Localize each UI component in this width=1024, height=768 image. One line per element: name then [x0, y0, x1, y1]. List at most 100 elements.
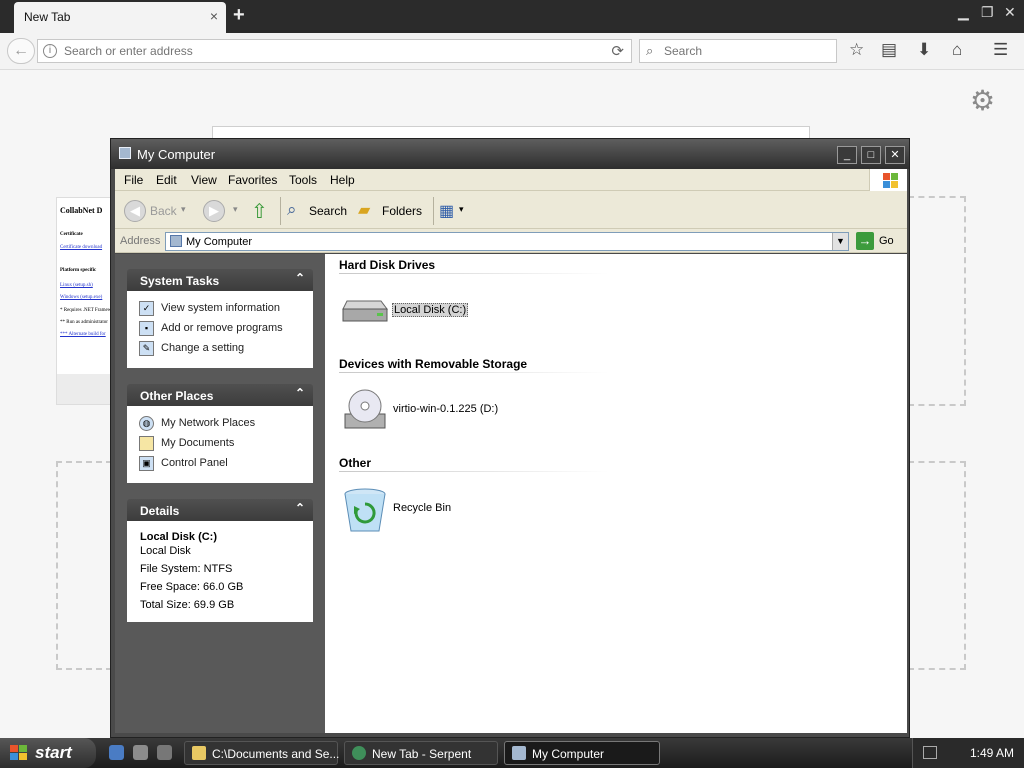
system-tasks-body: ✓ View system information ▪ Add or remov… — [127, 291, 313, 368]
views-dropdown-icon[interactable]: ▾ — [459, 204, 464, 215]
system-tasks-panel: System Tasks ⌃ ✓ View system information… — [127, 269, 313, 368]
place-label[interactable]: My Network Places — [161, 417, 255, 429]
task-label[interactable]: View system information — [161, 302, 280, 314]
window-close-button[interactable]: ✕ — [885, 146, 905, 164]
go-label[interactable]: Go — [879, 235, 894, 247]
details-header[interactable]: Details ⌃ — [127, 499, 313, 521]
toolbar-separator — [280, 197, 281, 225]
window-minimize-button[interactable]: _ — [837, 146, 857, 164]
thumbnail-link: Certificate download — [60, 245, 103, 250]
drive-label[interactable]: virtio-win-0.1.225 (D:) — [393, 403, 498, 415]
detail-free-space: Free Space: 66.0 GB — [140, 581, 244, 593]
internet-explorer-icon[interactable] — [109, 745, 124, 760]
place-label[interactable]: Control Panel — [161, 457, 228, 469]
close-window-icon[interactable]: ✕ — [1004, 4, 1016, 21]
new-tab-button[interactable]: + — [233, 4, 245, 27]
tab-close-icon[interactable]: × — [210, 8, 218, 24]
thumbnail-title: CollabNet D — [60, 206, 103, 215]
minimize-icon[interactable]: ▁ — [958, 4, 969, 21]
collapse-chevron-icon[interactable]: ⌃ — [295, 501, 305, 515]
search-icon: ⌕ — [646, 43, 654, 58]
details-panel: Details ⌃ Local Disk (C:) Local Disk Fil… — [127, 499, 313, 622]
back-label[interactable]: Back — [150, 204, 177, 218]
system-tasks-header[interactable]: System Tasks ⌃ — [127, 269, 313, 291]
windows-flag-icon — [10, 745, 28, 761]
control-panel-icon: ▣ — [139, 456, 154, 471]
folders-icon[interactable]: ▰ — [358, 200, 370, 220]
media-player-icon[interactable] — [133, 745, 148, 760]
empty-tile-bottom-left[interactable] — [56, 461, 112, 670]
back-icon[interactable]: ◀ — [124, 200, 146, 222]
start-button[interactable]: start — [0, 738, 96, 768]
clock[interactable]: 1:49 AM — [970, 746, 1014, 760]
address-dropdown-icon[interactable]: ▼ — [832, 233, 848, 250]
forward-icon[interactable]: ▶ — [203, 200, 225, 222]
menu-tools[interactable]: Tools — [289, 173, 317, 187]
taskbar: start C:\Documents and Se... New Tab - S… — [0, 738, 1024, 768]
menu-edit[interactable]: Edit — [156, 173, 177, 187]
taskbar-item-serpent[interactable]: New Tab - Serpent — [344, 741, 498, 765]
drives-view: Hard Disk Drives Local Disk (C:) Devices… — [325, 254, 907, 733]
thumbnail-line: Certificate — [60, 232, 83, 237]
taskbar-item-my-computer[interactable]: My Computer — [504, 741, 660, 765]
group-heading-other: Other — [339, 456, 372, 470]
search-magnifier-icon[interactable]: ⌕ — [287, 200, 297, 220]
thumbnail-link: Linux (setup.sh) — [60, 283, 93, 288]
window-maximize-button[interactable]: □ — [861, 146, 881, 164]
task-pane: System Tasks ⌃ ✓ View system information… — [115, 254, 325, 733]
info-icon[interactable]: i — [43, 44, 57, 58]
task-label[interactable]: Add or remove programs — [161, 322, 283, 334]
start-label[interactable]: start — [35, 743, 72, 763]
reload-icon[interactable]: ⟳ — [611, 42, 624, 60]
settings-gear-icon[interactable]: ⚙ — [970, 84, 995, 117]
place-label[interactable]: My Documents — [161, 437, 234, 449]
back-arrow-icon[interactable]: ← — [7, 38, 35, 64]
tab-new-tab[interactable]: New Tab × — [14, 2, 226, 33]
address-field[interactable]: My Computer ▼ — [165, 232, 849, 251]
collapse-chevron-icon[interactable]: ⌃ — [295, 386, 305, 400]
collapse-chevron-icon[interactable]: ⌃ — [295, 271, 305, 285]
download-icon[interactable]: ⬇ — [917, 40, 931, 60]
address-value[interactable]: My Computer — [186, 236, 252, 248]
tab-title: New Tab — [24, 10, 71, 24]
views-icon[interactable]: ▦ — [439, 201, 454, 221]
drive-label[interactable]: Recycle Bin — [393, 502, 451, 514]
search-input[interactable] — [664, 43, 829, 59]
home-icon[interactable]: ⌂ — [952, 40, 962, 60]
go-arrow-icon[interactable]: → — [856, 232, 874, 250]
url-bar[interactable]: i ⟳ — [37, 39, 632, 63]
hamburger-menu-icon[interactable]: ☰ — [993, 40, 1008, 60]
task-label[interactable]: Change a setting — [161, 342, 244, 354]
menu-view[interactable]: View — [191, 173, 217, 187]
show-desktop-icon[interactable] — [157, 745, 172, 760]
restore-icon[interactable]: ❐ — [981, 4, 994, 21]
thumbnail-line: * Requires .NET Framew — [60, 308, 112, 313]
thumbnail-link: *** Alternate build for — [60, 332, 106, 337]
up-folder-icon[interactable]: ⇧ — [251, 199, 268, 224]
details-body: Local Disk (C:) Local Disk File System: … — [127, 521, 313, 622]
empty-tile-top-right[interactable] — [908, 196, 966, 406]
forward-dropdown-icon[interactable]: ▾ — [233, 204, 238, 215]
keyboard-icon[interactable] — [923, 746, 937, 759]
menu-favorites[interactable]: Favorites — [228, 173, 277, 187]
window-title-bar[interactable]: My Computer _ □ ✕ — [111, 139, 909, 169]
folders-button[interactable]: Folders — [382, 204, 422, 218]
menu-help[interactable]: Help — [330, 173, 355, 187]
empty-tile-bottom-right[interactable] — [908, 461, 966, 670]
other-places-header[interactable]: Other Places ⌃ — [127, 384, 313, 406]
my-computer-icon — [512, 746, 526, 760]
group-heading-removable-storage: Devices with Removable Storage — [339, 357, 528, 371]
drive-label[interactable]: Local Disk (C:) — [392, 303, 469, 317]
menu-file[interactable]: File — [124, 173, 143, 187]
search-bar[interactable]: ⌕ — [639, 39, 837, 63]
site-thumbnail-tile[interactable]: CollabNet D Certificate Certificate down… — [56, 197, 112, 405]
bookmark-star-icon[interactable]: ☆ — [849, 40, 864, 60]
url-input[interactable] — [64, 43, 604, 59]
back-dropdown-icon[interactable]: ▾ — [181, 204, 186, 215]
taskbar-item-documents[interactable]: C:\Documents and Se... — [184, 741, 339, 765]
taskbar-item-label: My Computer — [532, 747, 605, 761]
panel-title: Details — [140, 504, 180, 518]
reading-list-icon[interactable]: ▤ — [881, 40, 897, 60]
recycle-bin-icon — [344, 488, 386, 532]
search-button[interactable]: Search — [309, 204, 347, 218]
